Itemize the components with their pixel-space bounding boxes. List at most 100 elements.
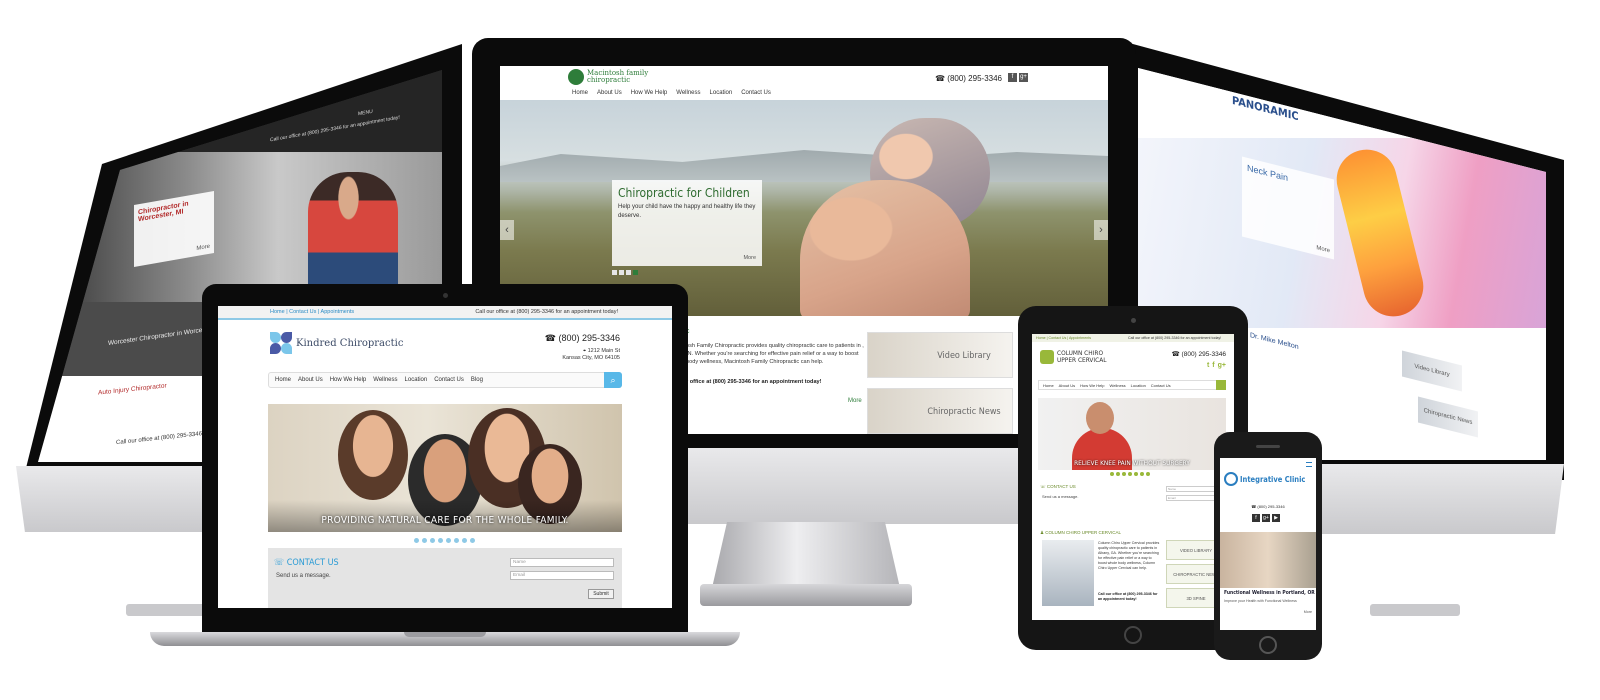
- tablet-nav-wellness[interactable]: Wellness: [1110, 383, 1126, 388]
- center-site-logo-line2: chiropractic: [587, 76, 631, 84]
- center-nav-home[interactable]: Home: [572, 90, 588, 96]
- google-plus-icon[interactable]: g+: [1262, 514, 1270, 522]
- submit-button[interactable]: Submit: [588, 589, 614, 599]
- center-site-tile-video-label: Video Library: [937, 351, 991, 361]
- slider-dot[interactable]: [612, 270, 617, 275]
- youtube-icon[interactable]: ▶: [1272, 514, 1280, 522]
- facebook-icon[interactable]: f: [1008, 73, 1017, 82]
- tablet-nav-how-we-help[interactable]: How We Help: [1080, 383, 1104, 388]
- slider-dot[interactable]: [1140, 472, 1144, 476]
- laptop-site-top-call: Call our office at (800) 295-3346 for an…: [475, 309, 618, 315]
- google-plus-icon[interactable]: g+: [1218, 362, 1226, 369]
- center-site-slide-card: Chiropractic for Children Help your chil…: [612, 180, 762, 266]
- chevron-left-icon[interactable]: ‹: [500, 220, 514, 240]
- laptop-site-phone-number: (800) 295-3346: [558, 333, 620, 343]
- tablet-home-button[interactable]: [1124, 626, 1142, 644]
- center-site-slider-dots: [612, 270, 638, 275]
- laptop-nav-home[interactable]: Home: [275, 377, 291, 383]
- slider-dot[interactable]: [1116, 472, 1120, 476]
- laptop-nav-contact[interactable]: Contact Us: [434, 377, 464, 383]
- phone-site-slide-more[interactable]: More: [1304, 610, 1312, 614]
- laptop-camera: [443, 293, 448, 298]
- laptop-nav-wellness[interactable]: Wellness: [373, 377, 397, 383]
- google-plus-icon[interactable]: g+: [1019, 73, 1028, 82]
- slider-dot-active[interactable]: [633, 270, 638, 275]
- center-site-nav: Home About Us How We Help Wellness Locat…: [572, 90, 771, 96]
- tablet-site-logo-line2: UPPER CERVICAL: [1057, 356, 1107, 364]
- center-nav-contact[interactable]: Contact Us: [741, 90, 771, 96]
- email-field[interactable]: Email: [510, 571, 614, 580]
- laptop-nav-blog[interactable]: Blog: [471, 377, 483, 383]
- slider-dot[interactable]: [414, 538, 419, 543]
- right-monitor-foot: [1370, 604, 1460, 616]
- search-icon[interactable]: [1216, 380, 1226, 390]
- name-field[interactable]: Name: [510, 558, 614, 567]
- laptop-site-hero: PROVIDING NATURAL CARE FOR THE WHOLE FAM…: [268, 404, 622, 532]
- center-site-logo-text: Macintosh family chiropractic: [587, 70, 648, 84]
- slider-dot[interactable]: [1110, 472, 1114, 476]
- phone-home-button[interactable]: [1259, 636, 1277, 654]
- facebook-icon[interactable]: f: [1252, 514, 1260, 522]
- center-site-tile-video[interactable]: Video Library: [867, 332, 1013, 378]
- tablet-nav-contact[interactable]: Contact Us: [1151, 383, 1171, 388]
- phone-speaker: [1256, 445, 1280, 448]
- center-site-logo[interactable]: Macintosh family chiropractic: [568, 69, 648, 85]
- hamburger-menu-icon[interactable]: [1306, 462, 1312, 467]
- facebook-icon[interactable]: f: [1212, 362, 1214, 369]
- slider-dot[interactable]: [1122, 472, 1126, 476]
- tablet-site-phone[interactable]: ☎ (800) 295-3346: [1172, 350, 1226, 358]
- slider-dot[interactable]: [430, 538, 435, 543]
- slider-dot[interactable]: [470, 538, 475, 543]
- slider-dot[interactable]: [446, 538, 451, 543]
- center-site-tile-news[interactable]: Chiropractic News: [867, 388, 1013, 434]
- phone-site-phone[interactable]: ☎ (800) 295-3346: [1220, 504, 1316, 509]
- laptop-site-logo-text: Kindred Chiropractic: [296, 337, 404, 349]
- slider-dot[interactable]: [438, 538, 443, 543]
- tablet-site-social: t f g+: [1207, 362, 1226, 369]
- search-icon[interactable]: ⌕: [604, 372, 622, 388]
- chevron-right-icon[interactable]: ›: [1094, 220, 1108, 240]
- tablet-nav-about[interactable]: About Us: [1059, 383, 1075, 388]
- laptop-site-address-line1: 1212 Main St: [587, 348, 620, 354]
- right-site-slide-more[interactable]: More: [1316, 245, 1330, 254]
- tablet-site-hero: RELIEVE KNEE PAIN WITHOUT SURGERY: [1038, 398, 1226, 470]
- laptop-site-nav: Home About Us How We Help Wellness Locat…: [268, 372, 622, 388]
- slider-dot[interactable]: [422, 538, 427, 543]
- tablet-site-section-title-text: COLUMN CHIRO UPPER CERVICAL: [1045, 530, 1121, 535]
- center-site-slide-more[interactable]: More: [743, 255, 756, 261]
- slider-dot[interactable]: [1128, 472, 1132, 476]
- tablet-screen: Home | Contact Us | Appointments Call ou…: [1032, 334, 1234, 620]
- slider-dot[interactable]: [1146, 472, 1150, 476]
- slider-dot[interactable]: [1134, 472, 1138, 476]
- center-nav-location[interactable]: Location: [710, 90, 733, 96]
- twitter-icon[interactable]: t: [1207, 362, 1209, 369]
- laptop-site-hero-caption: PROVIDING NATURAL CARE FOR THE WHOLE FAM…: [321, 515, 569, 526]
- tablet-site-logo[interactable]: COLUMN CHIRO UPPER CERVICAL: [1040, 350, 1107, 364]
- tablet-site-top-call: Call our office at (800) 295-3346 for an…: [1128, 336, 1222, 340]
- tablet-nav-location[interactable]: Location: [1131, 383, 1146, 388]
- laptop-nav-how-we-help[interactable]: How We Help: [330, 377, 367, 383]
- center-nav-how-we-help[interactable]: How We Help: [631, 90, 668, 96]
- laptop-site-logo[interactable]: Kindred Chiropractic: [270, 332, 403, 354]
- hero-patient-head: [1086, 402, 1114, 434]
- left-site-slide-more[interactable]: More: [196, 244, 210, 252]
- laptop-site-contact-title: ☏ CONTACT US: [274, 558, 339, 568]
- laptop-site-top-links[interactable]: Home | Contact Us | Appointments: [270, 309, 354, 315]
- tablet-nav-home[interactable]: Home: [1043, 383, 1054, 388]
- center-nav-wellness[interactable]: Wellness: [676, 90, 700, 96]
- center-site-phone[interactable]: ☎ (800) 295-3346: [935, 74, 1002, 83]
- center-nav-about[interactable]: About Us: [597, 90, 622, 96]
- slider-dot[interactable]: [454, 538, 459, 543]
- center-site-body-more[interactable]: More: [848, 398, 862, 404]
- laptop-site-contact: ☏ CONTACT US Send us a message. Name Ema…: [268, 548, 622, 608]
- slider-dot[interactable]: [626, 270, 631, 275]
- phone-site-social: f g+ ▶: [1252, 514, 1280, 522]
- phone-site-logo[interactable]: Integrative Clinic: [1224, 472, 1305, 486]
- tablet-site-top-links[interactable]: Home | Contact Us | Appointments: [1036, 336, 1091, 340]
- laptop-nav-about[interactable]: About Us: [298, 377, 323, 383]
- center-monitor-foot: [700, 584, 912, 606]
- slider-dot[interactable]: [619, 270, 624, 275]
- laptop-nav-location[interactable]: Location: [405, 377, 428, 383]
- slider-dot[interactable]: [462, 538, 467, 543]
- laptop-site-phone[interactable]: ☎ (800) 295-3346: [545, 333, 620, 344]
